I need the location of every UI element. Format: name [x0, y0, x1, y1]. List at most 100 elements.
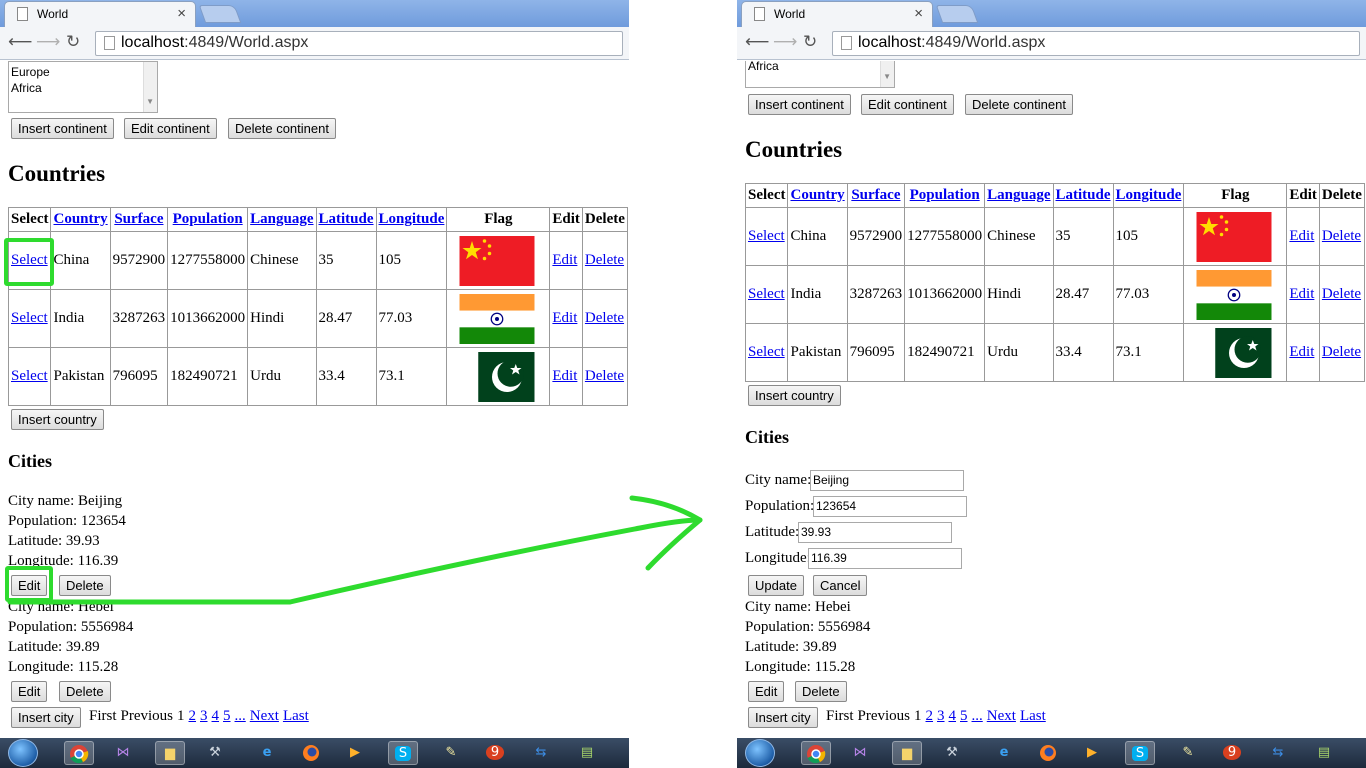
insert-country-button[interactable]: Insert country [11, 409, 104, 430]
sort-language-link[interactable]: Language [987, 187, 1050, 203]
sort-latitude-link[interactable]: Latitude [1056, 187, 1111, 203]
pager-page-link[interactable]: 3 [200, 708, 208, 724]
pager-page-link[interactable]: 5 [223, 708, 231, 724]
skype-icon[interactable]: S [388, 741, 418, 765]
new-tab-button[interactable] [198, 5, 242, 23]
edit-country-link[interactable]: Edit [1289, 228, 1314, 244]
city-population-input[interactable]: 123654 [813, 496, 967, 517]
sort-population-link[interactable]: Population [910, 187, 980, 203]
update-city-button[interactable]: Update [748, 575, 804, 596]
delete-country-link[interactable]: Delete [1322, 228, 1361, 244]
scroll-down-icon[interactable]: ▼ [883, 69, 891, 85]
insert-continent-button[interactable]: Insert continent [11, 118, 114, 139]
edit-country-link[interactable]: Edit [552, 252, 577, 268]
reload-icon[interactable]: ↻ [803, 32, 817, 52]
address-bar[interactable]: localhost:4849/World.aspx [832, 31, 1360, 56]
chrome-icon[interactable] [801, 741, 831, 765]
list-item[interactable]: Africa [11, 80, 155, 96]
city-longitude-input[interactable]: 116.39 [808, 548, 962, 569]
edit-city-button[interactable]: Edit [11, 681, 48, 702]
delete-continent-button[interactable]: Delete continent [228, 118, 336, 139]
delete-country-link[interactable]: Delete [1322, 344, 1361, 360]
chrome-icon[interactable] [64, 741, 94, 765]
edit-country-link[interactable]: Edit [1289, 344, 1314, 360]
back-arrow-icon[interactable]: ⟵ [745, 32, 769, 52]
media-player-icon[interactable]: ▶ [340, 741, 370, 765]
notes-icon[interactable]: ▤ [1309, 741, 1339, 765]
pager-page-link[interactable]: 5 [960, 708, 968, 724]
cancel-edit-button[interactable]: Cancel [813, 575, 868, 596]
delete-country-link[interactable]: Delete [1322, 286, 1361, 302]
firefox-icon[interactable] [296, 741, 326, 765]
delete-country-link[interactable]: Delete [585, 310, 624, 326]
visual-studio-icon[interactable]: ⋈ [845, 741, 875, 765]
edit-continent-button[interactable]: Edit continent [861, 94, 954, 115]
insert-city-button[interactable]: Insert city [748, 707, 818, 728]
close-tab-icon[interactable]: × [914, 5, 923, 22]
continent-listbox[interactable]: Europe Africa ▼ [8, 61, 158, 113]
close-tab-icon[interactable]: × [177, 5, 186, 22]
edit-country-link[interactable]: Edit [1289, 286, 1314, 302]
pager-ellipsis-link[interactable]: ... [972, 708, 983, 724]
sort-country-link[interactable]: Country [790, 187, 844, 203]
sort-longitude-link[interactable]: Longitude [1116, 187, 1182, 203]
sort-population-link[interactable]: Population [173, 211, 243, 227]
insert-continent-button[interactable]: Insert continent [748, 94, 851, 115]
edit-continent-button[interactable]: Edit continent [124, 118, 217, 139]
pager-last-link[interactable]: Last [1020, 708, 1046, 724]
internet-explorer-icon[interactable]: e [252, 741, 282, 765]
pager-next-link[interactable]: Next [250, 708, 279, 724]
continent-listbox[interactable]: Africa ▼ [745, 61, 895, 88]
skype-icon[interactable]: S [1125, 741, 1155, 765]
city-name-input[interactable]: Beijing [810, 470, 964, 491]
scroll-down-icon[interactable]: ▼ [146, 94, 154, 110]
pager-ellipsis-link[interactable]: ... [235, 708, 246, 724]
back-arrow-icon[interactable]: ⟵ [8, 32, 32, 52]
firefox-icon[interactable] [1033, 741, 1063, 765]
select-country-link[interactable]: Select [748, 228, 785, 244]
notes-icon[interactable]: ▤ [572, 741, 602, 765]
app-9-icon[interactable]: 9 [480, 741, 510, 765]
list-item[interactable]: Europe [11, 64, 155, 80]
notepad-icon[interactable]: ✎ [1173, 741, 1203, 765]
media-player-icon[interactable]: ▶ [1077, 741, 1107, 765]
new-tab-button[interactable] [935, 5, 979, 23]
forward-arrow-icon[interactable]: ⟶ [773, 32, 797, 52]
delete-country-link[interactable]: Delete [585, 368, 624, 384]
visual-studio-icon[interactable]: ⋈ [108, 741, 138, 765]
pager-page-link[interactable]: 2 [926, 708, 934, 724]
file-explorer-icon[interactable]: ▆ [155, 741, 185, 765]
tools-icon[interactable]: ⚒ [200, 741, 230, 765]
pager-page-link[interactable]: 4 [949, 708, 957, 724]
pager-page-link[interactable]: 3 [937, 708, 945, 724]
list-item[interactable]: Africa [748, 61, 892, 74]
edit-country-link[interactable]: Edit [552, 368, 577, 384]
pager-page-link[interactable]: 4 [212, 708, 220, 724]
insert-city-button[interactable]: Insert city [11, 707, 81, 728]
sort-surface-link[interactable]: Surface [114, 211, 163, 227]
teamviewer-icon[interactable]: ⇆ [1263, 741, 1293, 765]
select-country-link[interactable]: Select [748, 286, 785, 302]
browser-tab[interactable]: World × [741, 1, 933, 27]
start-orb[interactable] [745, 739, 775, 767]
notepad-icon[interactable]: ✎ [436, 741, 466, 765]
start-orb[interactable] [8, 739, 38, 767]
pager-last-link[interactable]: Last [283, 708, 309, 724]
sort-language-link[interactable]: Language [250, 211, 313, 227]
browser-tab[interactable]: World × [4, 1, 196, 27]
internet-explorer-icon[interactable]: e [989, 741, 1019, 765]
listbox-scrollbar[interactable]: ▼ [880, 61, 894, 87]
teamviewer-icon[interactable]: ⇆ [526, 741, 556, 765]
reload-icon[interactable]: ↻ [66, 32, 80, 52]
city-latitude-input[interactable]: 39.93 [798, 522, 952, 543]
select-country-link[interactable]: Select [11, 368, 48, 384]
sort-longitude-link[interactable]: Longitude [379, 211, 445, 227]
pager-page-link[interactable]: 2 [189, 708, 197, 724]
app-9-icon[interactable]: 9 [1217, 741, 1247, 765]
sort-latitude-link[interactable]: Latitude [319, 211, 374, 227]
forward-arrow-icon[interactable]: ⟶ [36, 32, 60, 52]
edit-city-button[interactable]: Edit [748, 681, 785, 702]
sort-surface-link[interactable]: Surface [851, 187, 900, 203]
delete-country-link[interactable]: Delete [585, 252, 624, 268]
tools-icon[interactable]: ⚒ [937, 741, 967, 765]
